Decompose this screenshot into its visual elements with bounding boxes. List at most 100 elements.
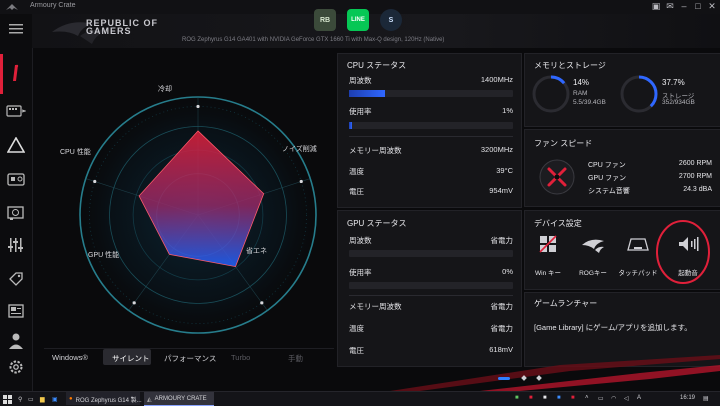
sidebar-item-lighting[interactable] bbox=[4, 100, 28, 122]
app-launch-steam[interactable]: S bbox=[380, 9, 402, 31]
fan-icon bbox=[539, 159, 575, 195]
tab-mode-turbo[interactable]: Turbo bbox=[231, 353, 250, 362]
maximize-icon[interactable]: □ bbox=[692, 1, 704, 11]
sidebar-item-equalizer[interactable] bbox=[4, 234, 28, 256]
sidebar-item-aura[interactable] bbox=[4, 134, 28, 156]
line-app-icon: LINE bbox=[351, 17, 365, 23]
sidebar-item-home[interactable] bbox=[4, 62, 28, 84]
close-icon[interactable]: ✕ bbox=[706, 1, 718, 12]
highlight-circle-annotation bbox=[656, 220, 710, 284]
app-launch-asus[interactable]: RB bbox=[314, 9, 336, 31]
tab-mode-windows[interactable]: Windows® bbox=[52, 353, 88, 362]
storage-percent: 37.7% bbox=[662, 78, 685, 87]
radar-axis-cpu: CPU 性能 bbox=[60, 149, 91, 156]
user-account-icon[interactable] bbox=[4, 330, 28, 352]
fan-speed-panel: ファン スピード CPU ファン 2600 RPM GPU ファン 2700 R… bbox=[524, 129, 720, 207]
tab-mode-silent[interactable]: サイレント bbox=[112, 353, 150, 364]
radar-axis-cooling: 冷却 bbox=[158, 86, 172, 93]
device-toggle-touchpad[interactable]: タッチパッド bbox=[618, 233, 658, 281]
tray-overflow-icon[interactable]: ˄ bbox=[585, 395, 589, 401]
search-icon[interactable]: ⚲ bbox=[18, 393, 22, 405]
device-model-text: ROG Zephyrus G14 GA401 with NVIDIA GeFor… bbox=[182, 37, 445, 43]
task-view-icon[interactable]: ▭ bbox=[28, 393, 34, 405]
sidebar bbox=[0, 14, 33, 391]
device-toggle-rog-key[interactable]: ROGキー bbox=[573, 233, 613, 281]
ram-label: RAM bbox=[573, 90, 588, 97]
tray-icon-app[interactable]: ■ bbox=[543, 395, 547, 401]
radar-axis-marker bbox=[260, 301, 264, 305]
gpu-freq-value: 省電力 bbox=[490, 236, 514, 245]
rog-key-label: ROGキー bbox=[579, 270, 607, 277]
ram-detail: 5.5/39.4GB bbox=[573, 99, 606, 106]
app-logo-icon bbox=[5, 2, 19, 12]
volume-icon[interactable]: ◁ bbox=[624, 395, 629, 402]
taskbar-clock[interactable]: 16:19 bbox=[680, 395, 695, 401]
storage-ring-gauge bbox=[620, 75, 658, 113]
sidebar-item-gamevisual[interactable] bbox=[4, 168, 28, 190]
notification-icon[interactable]: ▤ bbox=[703, 395, 709, 402]
tab-mode-performance[interactable]: パフォーマンス bbox=[164, 353, 216, 364]
tray-icon-app[interactable]: ■ bbox=[557, 395, 561, 401]
cpu-usage-label: 使用率 bbox=[349, 107, 372, 116]
cpu-status-panel: CPU ステータス 周波数 1400MHz 使用率 1% メモリー周波数 320… bbox=[337, 53, 522, 208]
tray-icon-app[interactable]: ■ bbox=[529, 395, 533, 401]
app-launch-line[interactable]: LINE bbox=[347, 9, 369, 31]
store-icon[interactable]: ▣ bbox=[52, 393, 58, 405]
windows-taskbar: ⚲ ▭ ▆ ▣ ● ROG Zephyrus G14 製... ◭ ARMOURY … bbox=[0, 391, 720, 406]
settings-gear-icon[interactable] bbox=[4, 356, 28, 378]
gpu-freq-label: 周波数 bbox=[349, 236, 372, 245]
cpu-panel-title: CPU ステータス bbox=[347, 61, 407, 70]
gpu-fan-value: 2700 RPM bbox=[678, 173, 712, 180]
rog-key-icon bbox=[582, 239, 604, 253]
cpu-usage-value: 1% bbox=[502, 106, 513, 115]
sidebar-item-news[interactable] bbox=[4, 300, 28, 322]
hamburger-menu-icon[interactable] bbox=[4, 18, 28, 40]
divider bbox=[349, 295, 513, 296]
cpu-mem-value: 3200MHz bbox=[480, 145, 513, 154]
cpu-fan-value: 2600 RPM bbox=[678, 160, 712, 167]
decorative-stripes bbox=[390, 355, 720, 391]
radar-axis-power-saving: 省エネ bbox=[246, 248, 267, 255]
cpu-freq-label: 周波数 bbox=[349, 76, 372, 85]
ime-icon[interactable]: A bbox=[637, 395, 641, 401]
gpu-usage-value: 0% bbox=[502, 267, 513, 276]
battery-icon[interactable]: ▭ bbox=[598, 395, 604, 402]
sidebar-item-gpu[interactable] bbox=[4, 202, 28, 224]
taskbar-browser-label: ● ROG Zephyrus G14 製... bbox=[69, 396, 142, 404]
device-toggle-win-key[interactable]: Win キー bbox=[528, 233, 568, 281]
taskbar-armoury-label: ◭ ARMOURY CRATE bbox=[147, 396, 207, 403]
cpu-fan-label: CPU ファン bbox=[588, 162, 626, 169]
mail-icon[interactable]: ✉ bbox=[664, 1, 676, 12]
armoury-crate-icon: ◭ bbox=[147, 396, 152, 403]
tray-icon-app[interactable]: ■ bbox=[515, 395, 519, 401]
steam-app-icon: S bbox=[388, 16, 394, 24]
rog-logo-text: REPUBLIC OF GAMERS bbox=[86, 18, 159, 36]
launcher-add-message[interactable]: [Game Library] にゲーム/アプリを追加します。 bbox=[534, 322, 692, 333]
start-button[interactable] bbox=[3, 393, 12, 405]
cpu-volt-value: 954mV bbox=[489, 186, 513, 195]
launcher-panel-title: ゲームランチャー bbox=[534, 299, 598, 308]
radar-axis-noise: ノイズ削減 bbox=[282, 146, 317, 153]
page-dot-active[interactable] bbox=[498, 377, 510, 380]
file-explorer-icon[interactable]: ▆ bbox=[40, 393, 45, 405]
radar-axis-gpu: GPU 性能 bbox=[88, 252, 120, 259]
gpu-panel-title: GPU ステータス bbox=[347, 219, 407, 228]
touchpad-icon bbox=[627, 238, 649, 251]
performance-radar-chart bbox=[70, 87, 326, 343]
restore-icon[interactable]: ▣ bbox=[650, 1, 662, 12]
touchpad-label: タッチパッド bbox=[618, 270, 658, 277]
gpu-fan-label: GPU ファン bbox=[588, 175, 627, 182]
network-icon[interactable]: ◠ bbox=[611, 395, 616, 402]
sidebar-item-deals[interactable] bbox=[4, 268, 28, 290]
win-key-label: Win キー bbox=[535, 270, 561, 277]
radar-axis-marker bbox=[93, 179, 97, 184]
fan-panel-title: ファン スピード bbox=[534, 139, 593, 148]
tray-icon-app[interactable]: ■ bbox=[571, 395, 575, 401]
minimize-icon[interactable]: – bbox=[678, 1, 690, 11]
memory-storage-panel: メモリとストレージ 14% RAM 5.5/39.4GB 37.7% ストレージ… bbox=[524, 53, 720, 127]
storage-detail: 352/934GB bbox=[662, 99, 695, 106]
gpu-freq-bar bbox=[349, 250, 513, 257]
tab-mode-manual[interactable]: 手動 bbox=[288, 353, 303, 364]
gpu-usage-label: 使用率 bbox=[349, 268, 372, 277]
gpu-temp-label: 温度 bbox=[349, 324, 364, 333]
